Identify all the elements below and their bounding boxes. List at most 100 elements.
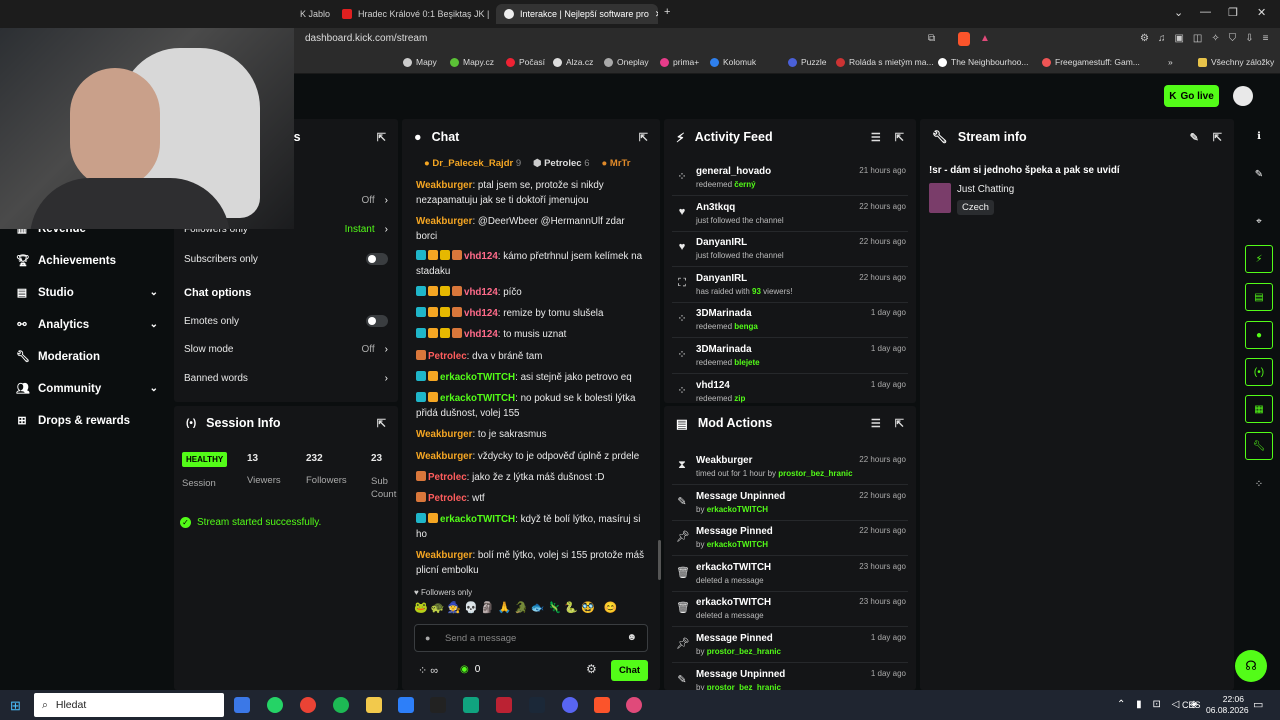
popout-icon[interactable]: ⇱ bbox=[895, 131, 904, 144]
new-tab-icon[interactable]: + bbox=[664, 6, 670, 18]
chat-username[interactable]: Weakburger bbox=[416, 180, 472, 191]
chat-username[interactable]: vhd124 bbox=[464, 329, 498, 340]
info-icon[interactable]: ℹ bbox=[1250, 127, 1268, 145]
maximize-icon[interactable]: ❐ bbox=[1228, 6, 1238, 19]
sidebar-item-community[interactable]: 👥︎ Community ⌄ bbox=[16, 382, 158, 396]
chat-username[interactable]: Petrolec bbox=[428, 351, 467, 362]
bookmark[interactable]: Freegamestuff: Gam... bbox=[1042, 57, 1140, 67]
bookmark[interactable]: Mapy bbox=[403, 57, 437, 67]
brave-icon[interactable] bbox=[594, 697, 610, 713]
category-name[interactable]: Just Chatting bbox=[957, 184, 1014, 195]
minimize-icon[interactable]: — bbox=[1200, 6, 1211, 18]
feed-item[interactable]: 📌︎ Message Pinned by erkackoTWITCH 22 hours… bbox=[672, 522, 908, 557]
windows-start-icon[interactable]: ⊞ bbox=[10, 698, 21, 714]
rewards-icon[interactable]: ▲ bbox=[980, 33, 990, 44]
subscribers-only-toggle[interactable] bbox=[366, 253, 388, 265]
chat-rail-icon[interactable]: ● bbox=[1245, 321, 1273, 349]
bookmark[interactable]: Počasí bbox=[506, 57, 545, 67]
chat-username[interactable]: erkackoTWITCH bbox=[440, 372, 515, 383]
chatgpt-icon[interactable] bbox=[463, 697, 479, 713]
spotify-icon[interactable] bbox=[333, 697, 349, 713]
sidebar-item-analytics[interactable]: ⚯ Analytics ⌄ bbox=[16, 318, 158, 332]
streaminfo-rail-icon[interactable]: 🔧︎ bbox=[1245, 432, 1273, 460]
popout-icon[interactable]: ⇱ bbox=[377, 417, 386, 430]
feed-item[interactable]: ♥ DanyanIRL just followed the channel 22 ho… bbox=[672, 233, 908, 268]
keyboard-lang[interactable]: CES bbox=[1182, 700, 1201, 710]
broadcast-rail-icon[interactable]: (•) bbox=[1245, 358, 1273, 386]
sidebar-item-achievements[interactable]: 🏆︎ Achievements bbox=[16, 254, 158, 268]
sidebar-item-moderation[interactable]: 🔧︎ Moderation bbox=[16, 350, 158, 364]
support-button[interactable]: ☊ bbox=[1235, 650, 1267, 682]
browser-tab[interactable]: K Jablo bbox=[292, 4, 332, 24]
close-window-icon[interactable]: ✕ bbox=[1257, 6, 1266, 19]
top-gifter[interactable]: ● Dr_Palecek_Rajdr 9 bbox=[424, 158, 521, 169]
emotes-only-toggle[interactable] bbox=[366, 315, 388, 327]
obs-icon[interactable] bbox=[496, 697, 512, 713]
epic-icon[interactable] bbox=[430, 697, 446, 713]
bookmark-folder[interactable]: Všechny záložky bbox=[1198, 57, 1274, 67]
sidebar-item-drops[interactable]: ⊞ Drops & rewards bbox=[16, 414, 158, 428]
popout-icon[interactable]: ⇱ bbox=[639, 131, 648, 144]
close-tab-icon[interactable]: ✕ bbox=[655, 9, 658, 20]
chat-username[interactable]: Weakburger bbox=[416, 451, 472, 462]
bookmark[interactable]: Oneplay bbox=[604, 57, 649, 67]
user-avatar[interactable] bbox=[1233, 86, 1253, 106]
extensions-icons[interactable]: ⚙♫▣◫✧⛉⇩≡ bbox=[1140, 33, 1277, 44]
chat-input[interactable]: ● Send a message ☻ bbox=[414, 624, 648, 652]
bookmark[interactable]: Puzzle bbox=[788, 57, 827, 67]
chat-username[interactable]: vhd124 bbox=[464, 287, 498, 298]
feed-item[interactable]: ✎ Message Unpinned by prostor_bez_hranic 1 … bbox=[672, 665, 908, 690]
taskbar-search[interactable]: ⌕ Hledat bbox=[34, 693, 224, 717]
emoji-icon[interactable]: ☻ bbox=[626, 632, 637, 643]
bookmark[interactable]: Kolomuk bbox=[710, 57, 756, 67]
bookmark[interactable]: Alza.cz bbox=[553, 57, 593, 67]
more-bookmarks-icon[interactable]: » bbox=[1168, 57, 1173, 67]
chrome-icon[interactable] bbox=[300, 697, 316, 713]
app-icon[interactable] bbox=[626, 697, 642, 713]
chat-username[interactable]: Weakburger bbox=[416, 550, 472, 561]
task-view-icon[interactable] bbox=[234, 697, 250, 713]
steam-icon[interactable] bbox=[529, 697, 545, 713]
setting-row-slow-mode[interactable]: Slow mode Off › bbox=[184, 344, 388, 355]
popout-icon[interactable]: ⇱ bbox=[895, 417, 904, 430]
setting-row-banned-words[interactable]: Banned words › bbox=[184, 373, 388, 384]
whatsapp-icon[interactable] bbox=[267, 697, 283, 713]
more-widgets-icon[interactable]: ⁘ bbox=[1250, 475, 1268, 493]
top-gifter[interactable]: ● MrTr bbox=[602, 158, 631, 169]
bookmark[interactable]: prima+ bbox=[660, 57, 699, 67]
feed-item[interactable]: ⁘ 3DMarinada redeemed benga 1 day ago bbox=[672, 304, 908, 339]
channel-points-icon[interactable]: ⁘ ∞ bbox=[418, 664, 438, 677]
chat-username[interactable]: erkackoTWITCH bbox=[440, 393, 515, 404]
feed-item[interactable]: 📌︎ Message Pinned by prostor_bez_hranic 1 d… bbox=[672, 629, 908, 663]
visual-studio-code-icon[interactable] bbox=[398, 697, 414, 713]
browser-tab[interactable]: Hradec Králové 0:1 Beşiktaş JK | sestř bbox=[334, 4, 492, 24]
url-field[interactable]: dashboard.kick.com/stream bbox=[305, 33, 427, 44]
file-explorer-icon[interactable] bbox=[366, 697, 382, 713]
clock[interactable]: 22:06 06.08.2026 bbox=[1206, 694, 1249, 716]
feed-item[interactable]: ⁘ general_hovado redeemed černý 21 hours ag… bbox=[672, 162, 908, 196]
edit-icon[interactable]: ✎ bbox=[1190, 131, 1199, 144]
popout-icon[interactable]: ⇱ bbox=[377, 131, 386, 144]
bookmark[interactable]: Roláda s mietým ma... bbox=[836, 57, 934, 67]
filter-icon[interactable]: ☰ bbox=[871, 131, 881, 144]
emote-bar[interactable]: 🐸🐢🧙💀🗿🙏🐊🐟🦎🐍🥸 😊 bbox=[414, 601, 640, 619]
notifications-icon[interactable]: ▭ bbox=[1253, 698, 1263, 711]
chat-username[interactable]: vhd124 bbox=[464, 251, 498, 262]
chat-scrollbar[interactable] bbox=[658, 540, 661, 580]
translate-icon[interactable]: ⧉ bbox=[928, 33, 935, 44]
feed-item[interactable]: ⧗ Weakburger timed out for 1 hour by prost… bbox=[672, 451, 908, 485]
feed-item[interactable]: ⛶ DanyanIRL has raided with 93 viewers! 22 … bbox=[672, 269, 908, 303]
send-chat-button[interactable]: Chat bbox=[611, 660, 648, 681]
top-gifter[interactable]: ⬢ Petrolec 6 bbox=[533, 158, 589, 169]
session-rail-icon[interactable]: ▦ bbox=[1245, 395, 1273, 423]
chat-settings-gear-icon[interactable]: ⚙ bbox=[586, 662, 597, 676]
feed-item[interactable]: ⁘ vhd124 redeemed zip 1 day ago bbox=[672, 376, 908, 403]
chat-username[interactable]: Petrolec bbox=[428, 472, 467, 483]
feed-item[interactable]: ♥ An3tkqq just followed the channel 22 hour… bbox=[672, 198, 908, 232]
chat-username[interactable]: Weakburger bbox=[416, 429, 472, 440]
filter-icon[interactable]: ☰ bbox=[871, 417, 881, 430]
popout-icon[interactable]: ⇱ bbox=[1213, 131, 1222, 144]
feed-item[interactable]: 🗑︎ erkackoTWITCH deleted a message 23 hours… bbox=[672, 558, 908, 592]
chat-username[interactable]: Weakburger bbox=[416, 216, 472, 227]
chat-username[interactable]: erkackoTWITCH bbox=[440, 514, 515, 525]
